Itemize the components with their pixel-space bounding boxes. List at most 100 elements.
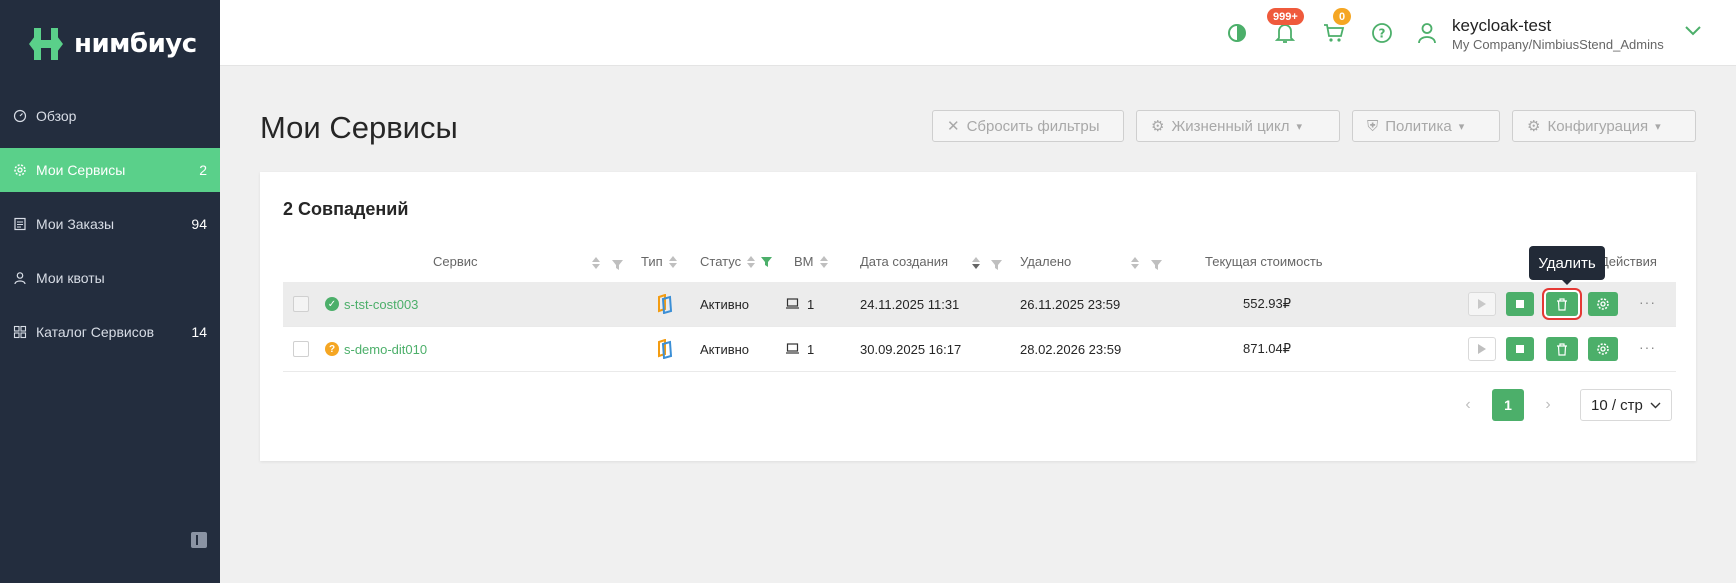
created-date: 24.11.2025 11:31 [860, 296, 960, 312]
lifecycle-label: Жизненный цикл [1171, 117, 1290, 135]
sort-deleted-icon[interactable] [1131, 257, 1139, 269]
filter-deleted-icon[interactable] [1151, 257, 1162, 275]
sidebar-item-my-orders[interactable]: Мои Заказы 94 [0, 202, 220, 246]
start-button[interactable] [1468, 292, 1496, 316]
close-icon: ✕ [947, 118, 960, 135]
sidebar-item-service-catalog[interactable]: Каталог Сервисов 14 [0, 310, 220, 354]
sort-service-icon[interactable] [592, 257, 600, 269]
more-actions-icon[interactable]: ··· [1639, 339, 1656, 355]
row-checkbox[interactable] [293, 296, 309, 312]
prev-page-icon[interactable]: ‹ [1458, 389, 1478, 421]
column-header-status[interactable]: Статус [700, 254, 773, 269]
filter-service-icon[interactable] [612, 257, 623, 275]
stop-icon [1516, 345, 1524, 353]
column-header-created[interactable]: Дата создания [860, 254, 948, 269]
configuration-label: Конфигурация [1547, 117, 1649, 135]
sidebar-collapse-button[interactable] [191, 532, 207, 548]
table-row[interactable]: ? s-demo-dit010 Активно 1 30.09.2025 16:… [283, 327, 1676, 372]
column-header-service[interactable]: Сервис [433, 254, 478, 269]
sidebar-item-count: 14 [191, 324, 207, 340]
play-icon [1478, 299, 1486, 309]
sort-created-icon[interactable] [972, 257, 980, 269]
theme-toggle-icon[interactable] [1225, 21, 1249, 45]
vm-count: 1 [807, 341, 815, 357]
cart-badge: 0 [1333, 8, 1352, 25]
sidebar-item-count: 94 [191, 216, 207, 232]
configure-button[interactable] [1588, 292, 1618, 316]
user-icon [13, 271, 27, 285]
sidebar-item-label: Мои квоты [36, 270, 105, 286]
table-row[interactable]: ✓ s-tst-cost003 Активно 1 24.11.2025 11:… [283, 282, 1676, 327]
sort-status-icon[interactable] [747, 255, 756, 268]
filter-created-icon[interactable] [991, 257, 1002, 275]
top-header: 999+ 0 ? keycloak-test My Company/Nimbiu… [220, 0, 1736, 66]
sidebar-item-label: Обзор [36, 108, 77, 124]
column-header-cost: Текущая стоимость [1205, 254, 1323, 269]
service-name-link[interactable]: s-demo-dit010 [344, 342, 427, 357]
deleted-date: 28.02.2026 23:59 [1020, 341, 1122, 357]
sidebar-item-count: 2 [199, 162, 207, 178]
current-cost: 552.93₽ [1243, 296, 1292, 311]
chevron-down-icon: ▾ [1296, 120, 1303, 133]
dashboard-icon [13, 109, 27, 123]
page-size-select[interactable]: 10 / стр [1580, 389, 1672, 421]
policy-dropdown[interactable]: ⛨ Политика ▾ [1352, 110, 1500, 142]
sort-type-icon[interactable] [668, 255, 677, 268]
vm-count: 1 [807, 296, 815, 312]
configuration-dropdown[interactable]: ⚙ Конфигурация ▾ [1512, 110, 1696, 142]
column-header-type[interactable]: Тип [641, 254, 677, 269]
logo-text: нимбиус [74, 29, 197, 59]
filter-status-active-icon[interactable] [761, 256, 773, 267]
sidebar-item-label: Мои Заказы [36, 216, 115, 232]
configure-button[interactable] [1588, 337, 1618, 361]
trash-icon [1557, 297, 1567, 311]
chevron-down-icon[interactable] [1684, 24, 1702, 42]
delete-button[interactable] [1546, 337, 1578, 361]
column-label: Действия [1600, 254, 1657, 269]
service-type-icon [656, 282, 674, 326]
play-icon [1478, 344, 1486, 354]
current-cost: 871.04₽ [1243, 341, 1292, 356]
column-label: ВМ [794, 254, 814, 269]
user-organization: My Company/NimbiusStend_Admins [1452, 37, 1664, 52]
delete-button[interactable] [1546, 292, 1578, 316]
stop-button[interactable] [1506, 292, 1534, 316]
vm-icon [786, 297, 799, 312]
sidebar-item-label: Мои Сервисы [36, 162, 126, 178]
created-date: 30.09.2025 16:17 [860, 341, 962, 357]
start-button[interactable] [1468, 337, 1496, 361]
gear-icon [1597, 298, 1609, 310]
column-label: Тип [641, 254, 663, 269]
user-avatar-icon[interactable] [1415, 21, 1439, 45]
page-1-button[interactable]: 1 [1492, 389, 1524, 421]
gear-icon [1597, 343, 1609, 355]
user-name[interactable]: keycloak-test [1452, 16, 1551, 36]
sidebar-item-my-services[interactable]: Мои Сервисы 2 [0, 148, 220, 192]
help-icon[interactable]: ? [1370, 21, 1394, 45]
gear-icon: ⚙ [1151, 118, 1165, 135]
stop-icon [1516, 300, 1524, 308]
row-checkbox[interactable] [293, 341, 309, 357]
reset-filters-button[interactable]: ✕ Сбросить фильтры [932, 110, 1124, 142]
nimbius-logo-icon [29, 28, 63, 60]
status-ok-icon: ✓ [325, 297, 339, 311]
next-page-icon[interactable]: › [1538, 389, 1558, 421]
column-label: Текущая стоимость [1205, 254, 1323, 269]
sidebar: нимбиус Обзор Мои Сервисы 2 Мои Заказы 9… [0, 0, 220, 583]
chevron-down-icon [1650, 402, 1661, 408]
lifecycle-dropdown[interactable]: ⚙ Жизненный цикл ▾ [1136, 110, 1340, 142]
more-actions-icon[interactable]: ··· [1639, 294, 1656, 310]
service-name-link[interactable]: s-tst-cost003 [344, 297, 418, 312]
column-header-actions: Действия [1600, 254, 1657, 269]
column-header-deleted[interactable]: Удалено [1020, 254, 1071, 269]
sidebar-item-overview[interactable]: Обзор [0, 94, 220, 138]
stop-button[interactable] [1506, 337, 1534, 361]
notifications-badge: 999+ [1267, 8, 1304, 25]
sidebar-item-my-quotas[interactable]: Мои квоты [0, 256, 220, 300]
status-text: Активно [700, 341, 750, 357]
logo[interactable]: нимбиус [26, 24, 197, 64]
sort-vm-icon[interactable] [819, 255, 828, 268]
deleted-date: 26.11.2025 23:59 [1020, 296, 1121, 312]
column-header-vm[interactable]: ВМ [794, 254, 828, 269]
shield-icon: ⛨ [1367, 117, 1379, 135]
